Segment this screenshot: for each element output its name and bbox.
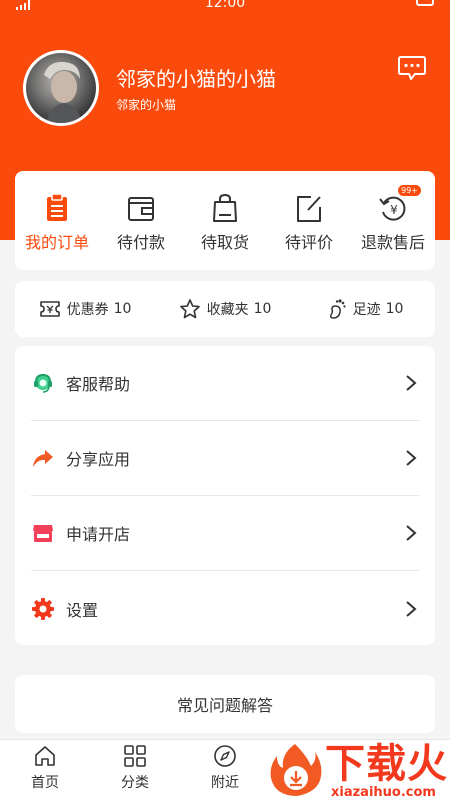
menu-label: 客服帮助 bbox=[66, 375, 131, 394]
footprint-icon bbox=[329, 299, 346, 319]
message-icon[interactable] bbox=[397, 54, 427, 82]
store-icon bbox=[33, 525, 53, 542]
stat-label: 优惠券 bbox=[66, 302, 109, 318]
refund-icon: ¥ bbox=[379, 196, 406, 221]
compass-icon bbox=[214, 745, 236, 767]
avatar[interactable] bbox=[23, 50, 99, 126]
watermark-text: 下载火 bbox=[325, 741, 448, 787]
faq-button[interactable]: 常见问题解答 bbox=[15, 675, 435, 733]
menu-label: 设置 bbox=[66, 600, 99, 620]
menu-settings[interactable]: 设置 bbox=[31, 571, 419, 646]
stats-card: 优惠券 10 收藏夹 10 足迹 10 bbox=[15, 281, 435, 337]
gear-icon bbox=[32, 597, 54, 620]
star-icon bbox=[179, 299, 200, 319]
refund-icon-wrap: ¥ 99+ bbox=[379, 185, 421, 223]
chevron-right-icon bbox=[406, 375, 417, 391]
avatar-photo bbox=[26, 53, 96, 123]
menu-share-app[interactable]: 分享应用 bbox=[31, 421, 419, 496]
battery-icon bbox=[416, 0, 434, 6]
stat-coupons[interactable]: 优惠券 10 bbox=[15, 299, 155, 319]
tab-label: 分类 bbox=[121, 775, 149, 791]
orders-card: 我的订单 待付款 待取货 待评价 ¥ 99+ 退款售后 bbox=[15, 171, 435, 270]
flame-logo-icon bbox=[270, 744, 322, 796]
home-icon bbox=[35, 746, 55, 766]
user-subtitle: 邻家的小猫 bbox=[116, 98, 177, 112]
stat-footprints[interactable]: 足迹 10 bbox=[295, 298, 435, 320]
order-label: 待评价 bbox=[284, 233, 333, 252]
clipboard-icon bbox=[47, 193, 67, 221]
tab-label: 首页 bbox=[31, 775, 59, 791]
menu-card: 客服帮助 分享应用 申请开店 设置 bbox=[15, 346, 435, 645]
coupon-icon bbox=[39, 301, 60, 317]
order-refund[interactable]: ¥ 99+ 退款售后 bbox=[351, 171, 435, 270]
order-label: 我的订单 bbox=[24, 233, 89, 252]
order-my-orders[interactable]: 我的订单 bbox=[15, 171, 99, 270]
stat-label: 足迹 bbox=[352, 302, 381, 318]
headset-icon bbox=[34, 373, 52, 393]
stat-label: 收藏夹 bbox=[206, 302, 249, 318]
wallet-icon bbox=[128, 197, 154, 221]
user-name: 邻家的小猫的小猫 bbox=[116, 67, 276, 91]
tab-label: 附近 bbox=[211, 775, 239, 791]
grid-icon bbox=[124, 745, 146, 767]
menu-label: 分享应用 bbox=[66, 450, 131, 469]
watermark-logo: 下载火 xiazaihuo.com bbox=[265, 741, 450, 800]
order-label: 待取货 bbox=[200, 233, 249, 252]
status-time: 12:00 bbox=[204, 0, 246, 11]
stat-count: 10 bbox=[113, 301, 132, 317]
share-icon bbox=[33, 450, 53, 467]
svg-text:¥: ¥ bbox=[390, 203, 398, 217]
order-label: 退款售后 bbox=[360, 233, 425, 252]
shopping-bag-icon bbox=[213, 193, 237, 222]
tab-nearby[interactable]: 附近 bbox=[180, 740, 270, 800]
menu-label: 申请开店 bbox=[66, 525, 131, 544]
stat-count: 10 bbox=[385, 301, 404, 317]
stat-count: 10 bbox=[253, 301, 272, 317]
menu-customer-service[interactable]: 客服帮助 bbox=[31, 346, 419, 421]
tab-home[interactable]: 首页 bbox=[0, 740, 90, 800]
chevron-right-icon bbox=[406, 450, 417, 466]
chevron-right-icon bbox=[406, 525, 417, 541]
edit-icon bbox=[297, 196, 321, 222]
order-pending-review[interactable]: 待评价 bbox=[267, 171, 351, 270]
chevron-right-icon bbox=[406, 600, 417, 617]
order-pending-payment[interactable]: 待付款 bbox=[99, 171, 183, 270]
watermark-url: xiazaihuo.com bbox=[331, 785, 436, 800]
order-label: 待付款 bbox=[116, 233, 165, 252]
tab-category[interactable]: 分类 bbox=[90, 740, 180, 800]
refund-badge: 99+ bbox=[398, 185, 421, 196]
order-pending-pickup[interactable]: 待取货 bbox=[183, 171, 267, 270]
menu-open-store[interactable]: 申请开店 bbox=[31, 496, 419, 571]
stat-favorites[interactable]: 收藏夹 10 bbox=[155, 298, 295, 320]
